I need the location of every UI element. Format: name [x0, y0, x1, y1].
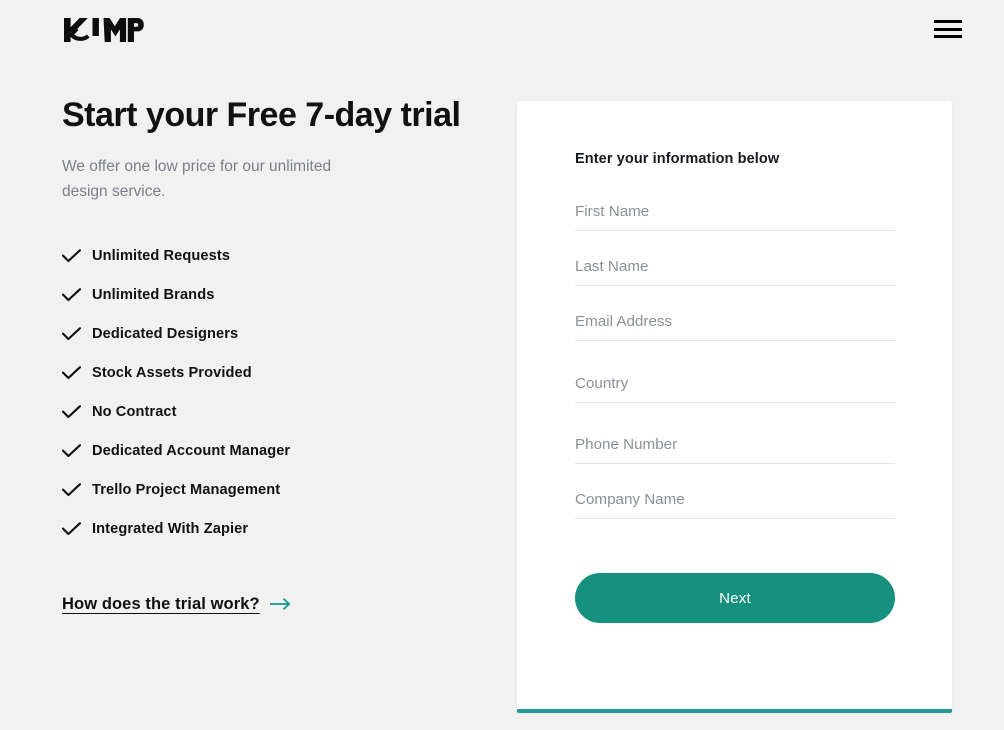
hamburger-bar-1	[934, 20, 962, 23]
email-address-input[interactable]	[575, 313, 895, 341]
feature-label: Integrated With Zapier	[92, 521, 249, 538]
arrow-right-icon	[269, 598, 292, 611]
company-name-field	[575, 491, 895, 519]
kimp-logo[interactable]	[62, 12, 144, 48]
check-icon	[62, 327, 92, 341]
list-item: Dedicated Designers	[62, 315, 482, 354]
check-icon	[62, 522, 92, 536]
country-field	[575, 375, 895, 403]
hero-section: Start your Free 7-day trial We offer one…	[62, 96, 482, 614]
feature-label: Trello Project Management	[92, 482, 281, 499]
page-title: Start your Free 7-day trial	[62, 96, 461, 134]
check-icon	[62, 483, 92, 497]
signup-form-card: Enter your information below Next	[517, 101, 952, 710]
phone-number-field	[575, 436, 895, 464]
hamburger-menu-icon[interactable]	[934, 18, 962, 40]
next-button[interactable]: Next	[575, 573, 895, 623]
feature-list: Unlimited Requests Unlimited Brands Dedi…	[62, 237, 482, 549]
last-name-field	[575, 258, 895, 286]
hamburger-bar-3	[934, 35, 962, 38]
check-icon	[62, 444, 92, 458]
hamburger-bar-2	[934, 27, 962, 31]
feature-label: Unlimited Brands	[92, 287, 215, 304]
check-icon	[62, 366, 92, 380]
list-item: Trello Project Management	[62, 471, 482, 510]
check-icon	[62, 405, 92, 419]
email-address-field	[575, 313, 895, 341]
list-item: Dedicated Account Manager	[62, 432, 482, 471]
form-heading: Enter your information below	[575, 151, 780, 167]
how-does-trial-work-link[interactable]: How does the trial work?	[62, 595, 292, 614]
check-icon	[62, 288, 92, 302]
page-header	[0, 0, 1004, 68]
feature-label: Dedicated Account Manager	[92, 443, 291, 460]
company-name-input[interactable]	[575, 491, 895, 519]
list-item: Integrated With Zapier	[62, 510, 482, 549]
feature-label: Stock Assets Provided	[92, 365, 252, 382]
first-name-field	[575, 203, 895, 231]
feature-label: No Contract	[92, 404, 177, 421]
trial-link-label: How does the trial work?	[62, 594, 260, 613]
feature-label: Unlimited Requests	[92, 248, 231, 265]
country-input[interactable]	[575, 375, 895, 403]
list-item: Stock Assets Provided	[62, 354, 482, 393]
form-progress-bar	[517, 709, 952, 713]
first-name-input[interactable]	[575, 203, 895, 231]
phone-number-input[interactable]	[575, 436, 895, 464]
page-subtitle: We offer one low price for our unlimited…	[62, 158, 332, 200]
signup-form: Enter your information below Next	[575, 151, 895, 623]
feature-label: Dedicated Designers	[92, 326, 239, 343]
list-item: Unlimited Brands	[62, 276, 482, 315]
list-item: No Contract	[62, 393, 482, 432]
list-item: Unlimited Requests	[62, 237, 482, 276]
last-name-input[interactable]	[575, 258, 895, 286]
check-icon	[62, 249, 92, 263]
